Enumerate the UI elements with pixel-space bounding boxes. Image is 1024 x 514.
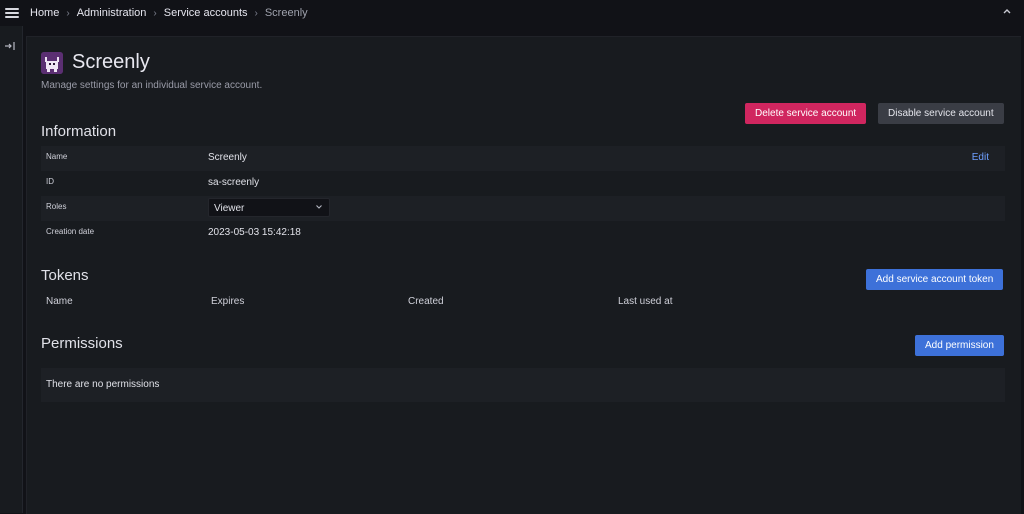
chevron-up-icon[interactable] xyxy=(1002,6,1012,16)
add-service-account-token-button[interactable]: Add service account token xyxy=(866,269,1004,290)
top-bar: Home › Administration › Service accounts… xyxy=(0,0,1024,26)
role-select-value: Viewer xyxy=(214,203,245,214)
info-label: ID xyxy=(46,177,54,186)
breadcrumb-current: Screenly xyxy=(264,7,308,19)
left-rail xyxy=(0,26,23,513)
chevron-right-icon: › xyxy=(66,7,70,19)
chevron-down-icon xyxy=(316,205,322,209)
breadcrumb: Home › Administration › Service accounts… xyxy=(30,7,308,19)
info-value: 2023-05-03 15:42:18 xyxy=(208,227,301,238)
info-row-name: Name Screenly Edit xyxy=(41,146,1005,171)
permissions-empty-state: There are no permissions xyxy=(41,368,1005,402)
tokens-heading: Tokens xyxy=(41,267,89,284)
permissions-empty-text: There are no permissions xyxy=(46,379,160,390)
permissions-heading: Permissions xyxy=(41,335,123,352)
breadcrumb-administration[interactable]: Administration xyxy=(77,7,147,19)
add-permission-button[interactable]: Add permission xyxy=(915,335,1004,356)
info-label: Roles xyxy=(46,202,67,211)
disable-service-account-button[interactable]: Disable service account xyxy=(878,103,1004,124)
info-row-creation-date: Creation date 2023-05-03 15:42:18 xyxy=(41,221,1005,246)
column-header-expires: Expires xyxy=(211,296,245,307)
delete-service-account-button[interactable]: Delete service account xyxy=(745,103,867,124)
dock-icon[interactable] xyxy=(4,41,16,51)
info-label: Creation date xyxy=(46,227,95,236)
info-value: Screenly xyxy=(208,152,247,163)
chevron-right-icon: › xyxy=(254,7,258,19)
breadcrumb-home[interactable]: Home xyxy=(30,7,59,19)
main-panel: Screenly Manage settings for an individu… xyxy=(26,36,1021,514)
info-value: sa-screenly xyxy=(208,177,260,188)
column-header-last-used: Last used at xyxy=(618,296,673,307)
chevron-right-icon: › xyxy=(153,7,157,19)
page-header: Screenly xyxy=(41,51,150,74)
information-table: Name Screenly Edit ID sa-screenly Roles … xyxy=(41,146,1005,246)
page-title: Screenly xyxy=(72,51,150,73)
info-label: Name xyxy=(46,152,68,161)
information-heading: Information xyxy=(41,123,117,140)
page-subtitle: Manage settings for an individual servic… xyxy=(41,80,263,91)
column-header-name: Name xyxy=(46,296,73,307)
breadcrumb-service-accounts[interactable]: Service accounts xyxy=(164,7,248,19)
tokens-table-header: Name Expires Created Last used at xyxy=(41,296,1005,312)
column-header-created: Created xyxy=(408,296,444,307)
role-select[interactable]: Viewer xyxy=(208,198,330,217)
info-row-roles: Roles Viewer xyxy=(41,196,1005,221)
robot-avatar xyxy=(41,51,63,74)
info-row-id: ID sa-screenly xyxy=(41,171,1005,196)
hamburger-icon[interactable] xyxy=(5,8,19,18)
edit-name-link[interactable]: Edit xyxy=(972,152,989,163)
